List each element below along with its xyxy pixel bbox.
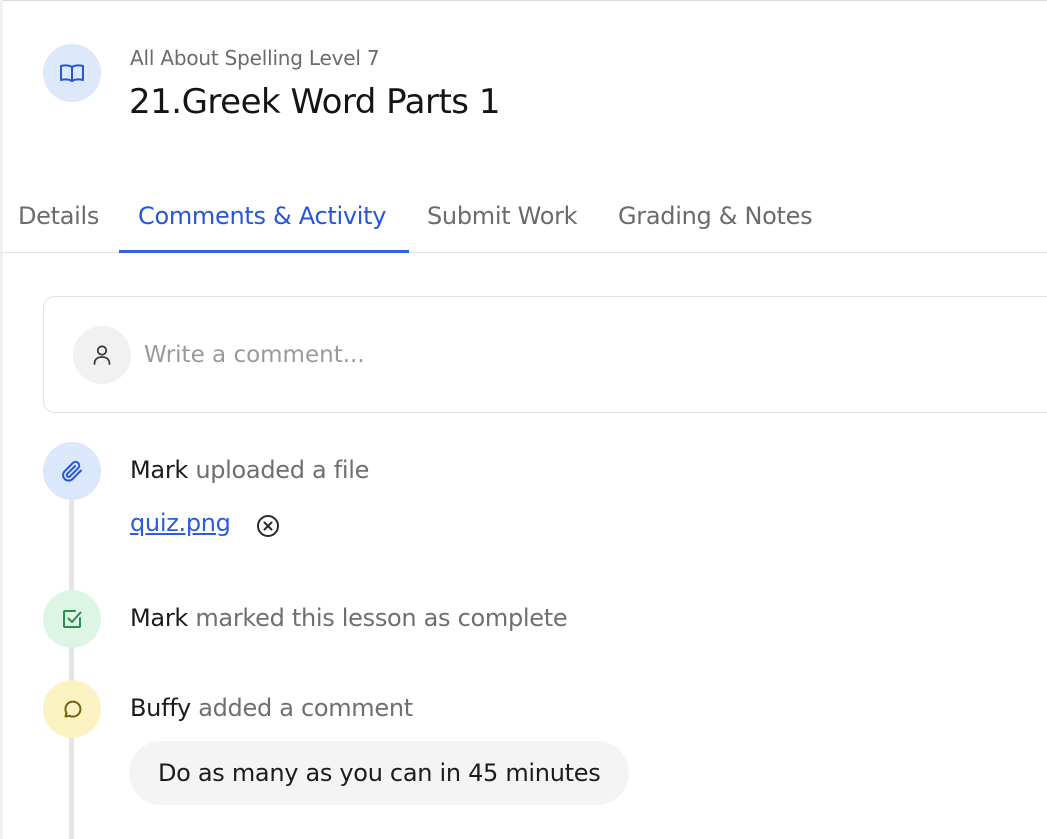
- uploaded-file-link[interactable]: quiz.png: [130, 509, 231, 537]
- activity-timeline-line: [69, 470, 74, 839]
- close-circle-icon[interactable]: [256, 514, 280, 538]
- book-open-icon: [43, 44, 101, 102]
- activity-actor: Buffy: [130, 694, 191, 722]
- activity-action: added a comment: [198, 694, 413, 722]
- left-edge-shadow: [0, 0, 3, 839]
- top-divider: [0, 0, 1047, 1]
- lesson-title: 21.Greek Word Parts 1: [129, 82, 500, 122]
- comment-input[interactable]: [144, 337, 844, 373]
- active-tab-indicator: [119, 250, 409, 253]
- check-square-icon: [43, 590, 101, 648]
- activity-action: marked this lesson as complete: [195, 604, 568, 632]
- course-name: All About Spelling Level 7: [130, 46, 380, 70]
- tab-bar: Details Comments & Activity Submit Work …: [0, 190, 1047, 253]
- activity-upload-text: Mark uploaded a file: [130, 456, 369, 484]
- tab-comments-activity[interactable]: Comments & Activity: [138, 190, 386, 253]
- comment-bubble: Do as many as you can in 45 minutes: [129, 741, 630, 805]
- message-circle-icon: [43, 680, 101, 738]
- activity-actor: Mark: [130, 604, 188, 632]
- activity-action: uploaded a file: [195, 456, 370, 484]
- comment-composer: [43, 296, 1047, 413]
- paperclip-icon: [43, 442, 101, 500]
- activity-actor: Mark: [130, 456, 188, 484]
- activity-comment-text: Buffy added a comment: [130, 694, 413, 722]
- user-icon: [73, 326, 131, 384]
- activity-complete-text: Mark marked this lesson as complete: [130, 604, 568, 632]
- tab-submit-work[interactable]: Submit Work: [427, 190, 578, 253]
- tab-details[interactable]: Details: [18, 190, 99, 253]
- tab-grading-notes[interactable]: Grading & Notes: [618, 190, 813, 253]
